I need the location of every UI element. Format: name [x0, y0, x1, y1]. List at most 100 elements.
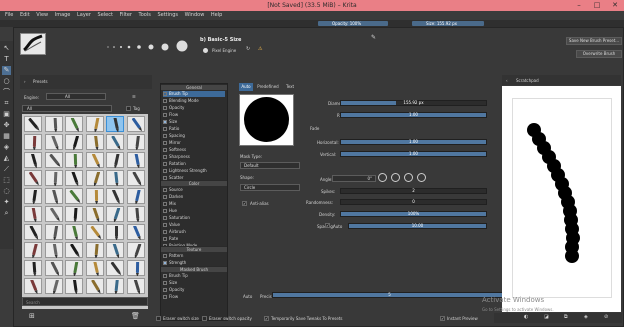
preset-tile[interactable] — [85, 242, 104, 258]
general-option[interactable]: Size — [163, 119, 225, 125]
maximize-button[interactable]: □ — [588, 0, 606, 11]
color-option-checkbox[interactable] — [163, 216, 167, 220]
collapse-arrow-icon[interactable]: ‹ — [506, 78, 508, 83]
color-option-checkbox[interactable] — [163, 202, 167, 206]
horizontal-slider[interactable]: 1.00 — [340, 139, 487, 145]
general-option[interactable]: Softness — [163, 147, 225, 153]
preset-tile[interactable] — [44, 170, 63, 186]
color-option-checkbox[interactable] — [163, 230, 167, 234]
density-slider[interactable]: 100% — [340, 211, 487, 217]
presets-search[interactable]: Search — [22, 297, 148, 306]
preset-tile[interactable] — [106, 260, 124, 276]
preset-tile[interactable] — [126, 260, 145, 276]
gradient-icon[interactable]: ▦ — [2, 132, 11, 141]
preset-tile[interactable] — [44, 134, 63, 150]
move-icon[interactable]: ✥ — [2, 121, 11, 130]
path-icon[interactable]: ⌒ — [2, 88, 11, 97]
menu-filter[interactable]: Filter — [120, 12, 132, 18]
rotation-link-icon[interactable] — [417, 173, 426, 182]
preset-tile[interactable] — [85, 278, 104, 294]
menu-settings[interactable]: Settings — [157, 12, 178, 18]
delete-preset-icon[interactable]: 🗑 — [131, 313, 140, 320]
tab-text[interactable]: Text — [283, 83, 297, 91]
crop-icon[interactable]: ⌗ — [2, 99, 11, 108]
general-option-checkbox[interactable] — [163, 148, 167, 152]
fill-icon[interactable]: ◈ — [2, 143, 11, 152]
general-option-checkbox[interactable] — [163, 120, 167, 124]
color-option[interactable]: Source — [163, 187, 225, 193]
freehand-select-icon[interactable]: ◌ — [2, 187, 11, 196]
color-option[interactable]: Darken — [163, 194, 225, 200]
general-option-checkbox[interactable] — [163, 155, 167, 159]
eraser-opacity-checkbox[interactable] — [202, 316, 207, 321]
preset-tile[interactable] — [85, 224, 104, 240]
masked-option[interactable]: Flow — [163, 294, 225, 300]
brush-icon[interactable]: ✎ — [2, 66, 11, 75]
clear-icon[interactable]: ⊘ — [604, 315, 608, 320]
masked-option[interactable]: Size — [163, 280, 225, 286]
close-button[interactable]: ✕ — [606, 0, 624, 11]
preset-tile[interactable] — [126, 188, 145, 204]
ratio-slider[interactable]: 1.00 — [340, 112, 487, 118]
preset-tile[interactable] — [65, 242, 83, 258]
preset-tile[interactable] — [65, 116, 83, 132]
preset-tile[interactable] — [24, 224, 42, 240]
preset-tile[interactable] — [65, 188, 83, 204]
text-icon[interactable]: T — [2, 55, 11, 64]
color-option[interactable]: Value — [163, 222, 225, 228]
tab-predefined[interactable]: Predefined — [254, 83, 282, 91]
preset-tile[interactable] — [44, 224, 63, 240]
antialias-checkbox[interactable]: ✓ — [242, 201, 247, 206]
preset-tile[interactable] — [106, 170, 124, 186]
general-option-checkbox[interactable] — [163, 169, 167, 173]
menu-image[interactable]: Image — [55, 12, 71, 18]
brush-size-presets-icon[interactable] — [106, 37, 198, 53]
general-option[interactable]: Opacity — [163, 105, 225, 111]
preset-tile[interactable] — [24, 134, 42, 150]
general-option[interactable]: Rotation — [163, 161, 225, 167]
preset-tile[interactable] — [126, 242, 145, 258]
preset-tile[interactable] — [65, 260, 83, 276]
preset-tile[interactable] — [65, 134, 83, 150]
preset-tile[interactable] — [85, 152, 104, 168]
randomness-slider[interactable]: 0 — [340, 199, 487, 205]
preset-tile[interactable] — [85, 116, 104, 132]
scratchpad-canvas[interactable] — [502, 86, 621, 312]
color-option-checkbox[interactable] — [163, 188, 167, 192]
preset-tile[interactable] — [106, 188, 124, 204]
preset-tile[interactable] — [126, 152, 145, 168]
assistant-icon[interactable]: ◭ — [2, 154, 11, 163]
fill-color-icon[interactable]: ◈ — [584, 315, 588, 320]
general-option-checkbox[interactable] — [163, 162, 167, 166]
general-option[interactable]: Lightness Strength — [163, 168, 225, 174]
menu-file[interactable]: File — [5, 12, 13, 18]
preset-tile[interactable] — [44, 260, 63, 276]
texture-option-checkbox[interactable] — [163, 261, 167, 265]
texture-option[interactable]: Pattern — [163, 253, 225, 259]
color-option[interactable]: Mix — [163, 201, 225, 207]
engine-filter-select[interactable]: All — [46, 93, 106, 100]
preset-tile[interactable] — [24, 260, 42, 276]
preset-tile[interactable] — [24, 116, 42, 132]
presets-menu-icon[interactable]: ☰ — [132, 94, 136, 99]
minimize-button[interactable]: – — [570, 0, 588, 11]
preset-tile[interactable] — [85, 206, 104, 222]
add-preset-icon[interactable]: ⊞ — [29, 313, 35, 320]
eraser-size-checkbox[interactable] — [156, 316, 161, 321]
transform-icon[interactable]: ▣ — [2, 110, 11, 119]
flip-icon[interactable] — [404, 173, 413, 182]
preset-tile[interactable] — [106, 278, 124, 294]
precision-slider[interactable]: 5 — [272, 292, 507, 298]
tab-auto[interactable]: Auto — [239, 83, 253, 91]
general-option-checkbox[interactable] — [163, 134, 167, 138]
preset-tile[interactable] — [44, 206, 63, 222]
general-option[interactable]: Spacing — [163, 133, 225, 139]
diameter-slider[interactable]: 155.92 px — [340, 100, 487, 106]
general-option[interactable]: Blending Mode — [163, 98, 225, 104]
general-option[interactable]: Sharpness — [163, 154, 225, 160]
general-option[interactable]: Ratio — [163, 126, 225, 132]
tag-filter-select[interactable]: All — [22, 105, 112, 112]
temp-save-checkbox[interactable]: ✓ — [264, 316, 269, 321]
preset-tile[interactable] — [24, 170, 42, 186]
color-option-checkbox[interactable] — [163, 237, 167, 241]
